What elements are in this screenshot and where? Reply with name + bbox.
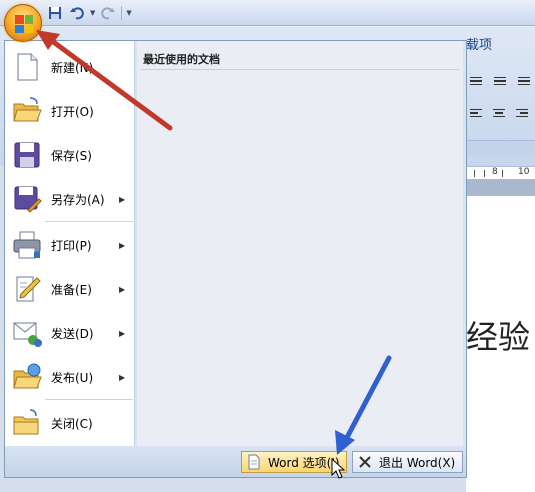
- send-icon: [12, 318, 42, 348]
- menu-item-send[interactable]: 发送(D) ▶: [5, 311, 135, 355]
- submenu-arrow-icon: ▶: [119, 284, 126, 294]
- submenu-arrow-icon: ▶: [119, 240, 126, 250]
- redo-icon[interactable]: [99, 4, 117, 22]
- menu-item-save[interactable]: 保存(S): [5, 133, 135, 177]
- options-document-icon: [246, 454, 262, 470]
- align-left-icon[interactable]: [466, 104, 486, 122]
- align-right-icon[interactable]: [512, 104, 532, 122]
- numbered-list-icon[interactable]: [490, 72, 510, 90]
- menu-item-label: 关闭(C): [51, 416, 93, 431]
- undo-icon[interactable]: [68, 4, 86, 22]
- bullets-list-icon[interactable]: [466, 72, 486, 90]
- save-disk-icon: [12, 140, 42, 170]
- printer-icon: [12, 230, 42, 260]
- submenu-arrow-icon: ▶: [119, 194, 126, 204]
- recent-documents-divider: [141, 69, 459, 70]
- tab-add-ins[interactable]: 载项: [466, 34, 492, 53]
- align-center-icon[interactable]: [489, 104, 509, 122]
- ruler-tick: [474, 170, 475, 177]
- exit-word-button[interactable]: 退出 Word(X): [352, 451, 463, 473]
- ribbon-list-group: [466, 72, 534, 90]
- menu-item-label: 保存(S): [51, 148, 92, 163]
- open-folder-icon: [12, 96, 42, 126]
- office-menu-footer: Word 选项(I) 退出 Word(X): [5, 446, 466, 477]
- recent-documents-title: 最近使用的文档: [143, 53, 220, 66]
- ribbon-align-group: [466, 104, 535, 122]
- menu-item-save-as[interactable]: 另存为(A) ▶: [5, 177, 135, 221]
- menu-item-close[interactable]: 关闭(C): [5, 401, 135, 445]
- menu-item-new[interactable]: 新建(N): [5, 45, 135, 89]
- submenu-arrow-icon: ▶: [119, 372, 126, 382]
- exit-word-label: 退出 Word(X): [379, 455, 456, 470]
- menu-item-label: 准备(E): [51, 282, 92, 297]
- save-icon[interactable]: [46, 4, 64, 22]
- office-menu-commands: 新建(N) 打开(O) 保存(S) 另存为(A) ▶ 打印(P) ▶ 准备(E)…: [5, 41, 135, 446]
- quick-access-toolbar: ▼ ▼: [46, 3, 132, 23]
- menu-item-prepare[interactable]: 准备(E) ▶: [5, 267, 135, 311]
- ribbon-group-labels: [466, 140, 535, 156]
- recent-documents-panel: 最近使用的文档: [137, 41, 463, 446]
- save-as-icon: [12, 184, 42, 214]
- office-button[interactable]: [4, 4, 42, 42]
- ruler-number: 10: [518, 167, 530, 177]
- ruler-number: 8: [492, 167, 498, 177]
- menu-separator: [45, 221, 133, 222]
- document-text: 经验: [466, 318, 531, 356]
- menu-item-label: 发送(D): [51, 326, 94, 341]
- close-folder-icon: [12, 408, 42, 438]
- office-logo-icon: [15, 15, 33, 33]
- menu-item-label: 发布(U): [51, 370, 94, 385]
- word-options-label: Word 选项(I): [268, 455, 340, 470]
- customize-toolbar-icon[interactable]: ▼: [126, 9, 131, 17]
- menu-item-print[interactable]: 打印(P) ▶: [5, 223, 135, 267]
- title-bar: ▼ ▼: [0, 0, 535, 26]
- horizontal-ruler[interactable]: 8 10: [466, 166, 535, 180]
- undo-dropdown-icon[interactable]: ▼: [90, 9, 95, 17]
- submenu-arrow-icon: ▶: [119, 328, 126, 338]
- menu-item-label: 打开(O): [51, 104, 94, 119]
- multilevel-list-icon[interactable]: [514, 72, 534, 90]
- office-menu: 新建(N) 打开(O) 保存(S) 另存为(A) ▶ 打印(P) ▶ 准备(E)…: [4, 40, 467, 478]
- menu-item-label: 另存为(A): [51, 192, 105, 207]
- toolbar-separator: [121, 6, 123, 20]
- menu-item-label: 打印(P): [51, 238, 92, 253]
- ruler-tick: [484, 170, 485, 177]
- new-document-icon: [12, 52, 42, 82]
- ruler-tick: [502, 170, 503, 177]
- mouse-cursor-icon: [331, 457, 346, 483]
- menu-item-publish[interactable]: 发布(U) ▶: [5, 355, 135, 399]
- menu-item-label: 新建(N): [51, 60, 94, 75]
- publish-icon: [12, 362, 42, 392]
- prepare-document-icon: [12, 274, 42, 304]
- menu-item-open[interactable]: 打开(O): [5, 89, 135, 133]
- menu-separator: [45, 399, 133, 400]
- close-x-icon: [357, 454, 373, 470]
